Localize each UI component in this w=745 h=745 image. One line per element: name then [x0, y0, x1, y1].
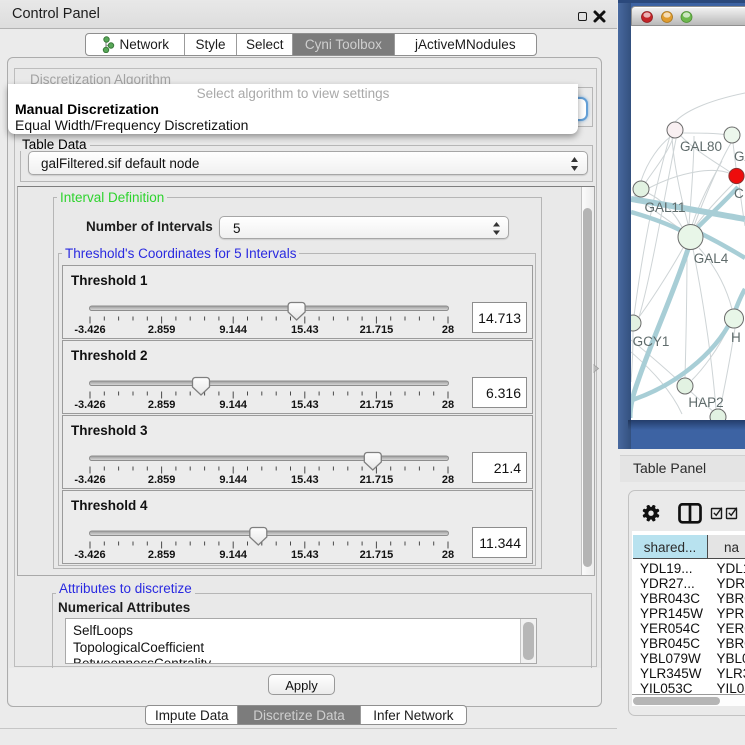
svg-text:9.144: 9.144 [219, 399, 247, 411]
svg-text:9.144: 9.144 [219, 549, 247, 561]
svg-text:-3.426: -3.426 [74, 399, 105, 411]
svg-text:-3.426: -3.426 [74, 549, 105, 561]
svg-text:-3.426: -3.426 [74, 324, 105, 336]
svg-text:28: 28 [442, 324, 454, 336]
svg-text:15.43: 15.43 [291, 399, 319, 411]
svg-text:2.859: 2.859 [148, 399, 176, 411]
svg-text:-3.426: -3.426 [74, 474, 105, 486]
svg-text:GA: GA [734, 149, 745, 164]
svg-text:2.859: 2.859 [148, 324, 176, 336]
svg-text:15.43: 15.43 [291, 324, 319, 336]
svg-text:GAL4: GAL4 [694, 251, 729, 266]
svg-text:21.715: 21.715 [360, 549, 394, 561]
svg-text:9.144: 9.144 [219, 474, 247, 486]
svg-text:21.715: 21.715 [360, 399, 394, 411]
svg-text:H: H [731, 330, 741, 345]
svg-text:15.43: 15.43 [291, 474, 319, 486]
svg-text:15.43: 15.43 [291, 549, 319, 561]
svg-text:GCY1: GCY1 [633, 334, 670, 349]
svg-text:28: 28 [442, 549, 454, 561]
svg-text:2.859: 2.859 [148, 474, 176, 486]
svg-text:21.715: 21.715 [360, 474, 394, 486]
svg-text:GAL80: GAL80 [680, 139, 722, 154]
svg-text:C: C [734, 186, 744, 201]
svg-text:HAP2: HAP2 [688, 395, 723, 410]
svg-text:21.715: 21.715 [360, 324, 394, 336]
svg-text:GAL11: GAL11 [644, 200, 685, 215]
svg-text:2.859: 2.859 [148, 549, 176, 561]
svg-text:9.144: 9.144 [219, 324, 247, 336]
svg-text:28: 28 [442, 399, 454, 411]
svg-text:28: 28 [442, 474, 454, 486]
